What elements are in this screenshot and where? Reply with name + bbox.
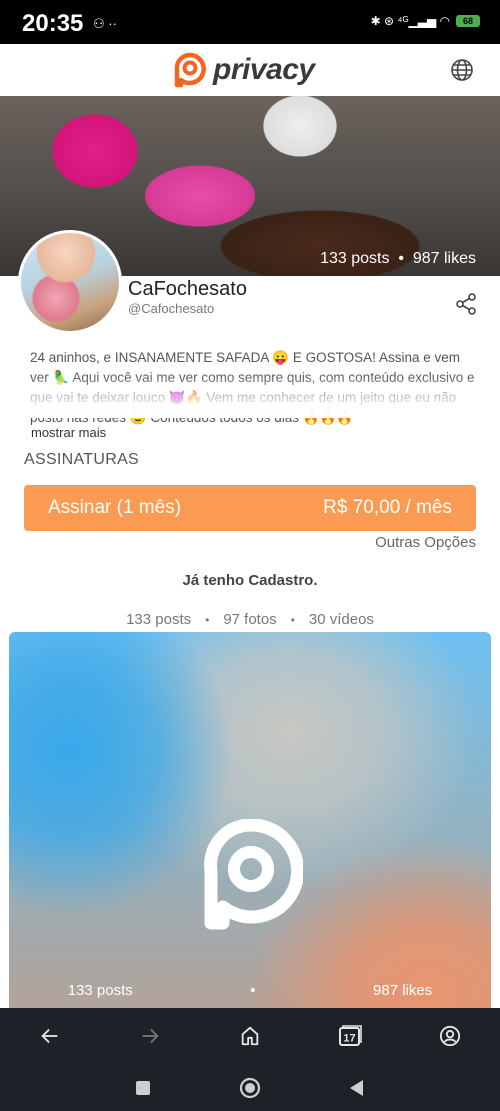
back-triangle-icon[interactable] bbox=[349, 1079, 365, 1097]
avatar[interactable] bbox=[18, 230, 122, 334]
browser-toolbar: 17 bbox=[0, 1008, 500, 1064]
privacy-logo-icon bbox=[174, 52, 206, 88]
status-time: 20:35 bbox=[22, 10, 84, 37]
subscribe-button[interactable]: Assinar (1 mês) R$ 70,00 / mês bbox=[24, 485, 476, 531]
home-icon bbox=[241, 1026, 259, 1046]
account-button[interactable] bbox=[430, 1016, 470, 1056]
globe-icon[interactable] bbox=[450, 58, 474, 82]
logo-text: privacy bbox=[213, 53, 315, 86]
media-separator: • bbox=[250, 982, 256, 999]
content-counts: 133 posts • 97 fotos • 30 vídeos bbox=[0, 611, 500, 628]
cover-likes-count: 987 likes bbox=[412, 250, 476, 267]
tabs-button[interactable]: 17 bbox=[330, 1016, 370, 1056]
status-bar: 20:35 ⚇ ·· ✱ ⊛ ⁴ᴳ▁▃▅ ◠ 68 bbox=[0, 0, 500, 44]
media-likes-count: 987 likes bbox=[373, 982, 433, 999]
share-icon[interactable] bbox=[454, 292, 478, 316]
home-button[interactable] bbox=[230, 1016, 270, 1056]
privacy-lock-icon bbox=[204, 819, 303, 930]
forward-button[interactable] bbox=[130, 1016, 170, 1056]
forward-arrow-icon bbox=[142, 1028, 159, 1044]
subscribe-plan-label: Assinar (1 mês) bbox=[48, 497, 182, 518]
posts-count[interactable]: 133 posts bbox=[126, 611, 191, 628]
system-navigation bbox=[0, 1064, 500, 1111]
cover-separator: • bbox=[398, 250, 404, 267]
notification-icons: ⚇ ·· bbox=[93, 16, 117, 31]
signal-icons: ✱ ⊛ ⁴ᴳ▁▃▅ ◠ bbox=[370, 14, 450, 28]
media-stats: 133 posts • 987 likes bbox=[9, 982, 491, 999]
other-options-link[interactable]: Outras Opções bbox=[375, 534, 476, 551]
top-bar: privacy bbox=[0, 44, 500, 96]
show-more-link[interactable]: mostrar mais bbox=[31, 425, 106, 440]
home-circle-icon[interactable] bbox=[239, 1077, 261, 1099]
privacy-logo[interactable]: privacy bbox=[173, 44, 315, 96]
photos-count[interactable]: 97 fotos bbox=[223, 611, 276, 628]
tabs-count: 17 bbox=[343, 1033, 355, 1045]
profile-name: CaFochesato bbox=[128, 278, 247, 300]
videos-count[interactable]: 30 vídeos bbox=[309, 611, 374, 628]
counts-separator: • bbox=[290, 612, 295, 627]
battery-icon: 68 bbox=[456, 15, 480, 27]
bio-fade-overlay bbox=[0, 374, 500, 418]
back-arrow-icon bbox=[41, 1028, 58, 1044]
cover-posts-count: 133 posts bbox=[320, 250, 390, 267]
counts-separator: • bbox=[205, 612, 210, 627]
profile-handle: @Cafochesato bbox=[128, 301, 215, 316]
recents-square-icon[interactable] bbox=[135, 1080, 151, 1096]
media-posts-count: 133 posts bbox=[67, 982, 133, 999]
page: privacy 133 posts • 987 likes CaFochesat… bbox=[0, 44, 500, 1008]
status-right-icons: ✱ ⊛ ⁴ᴳ▁▃▅ ◠ 68 bbox=[371, 14, 480, 28]
cover-stats: 133 posts • 987 likes bbox=[320, 250, 476, 268]
login-link[interactable]: Já tenho Cadastro. bbox=[0, 572, 500, 589]
account-icon bbox=[439, 1025, 461, 1047]
locked-media-card[interactable]: 133 posts • 987 likes bbox=[9, 632, 491, 1008]
back-button[interactable] bbox=[30, 1016, 70, 1056]
subscribe-plan-price: R$ 70,00 / mês bbox=[323, 497, 452, 518]
subscriptions-title: ASSINATURAS bbox=[24, 451, 140, 468]
tabs-icon: 17 bbox=[339, 1025, 362, 1046]
